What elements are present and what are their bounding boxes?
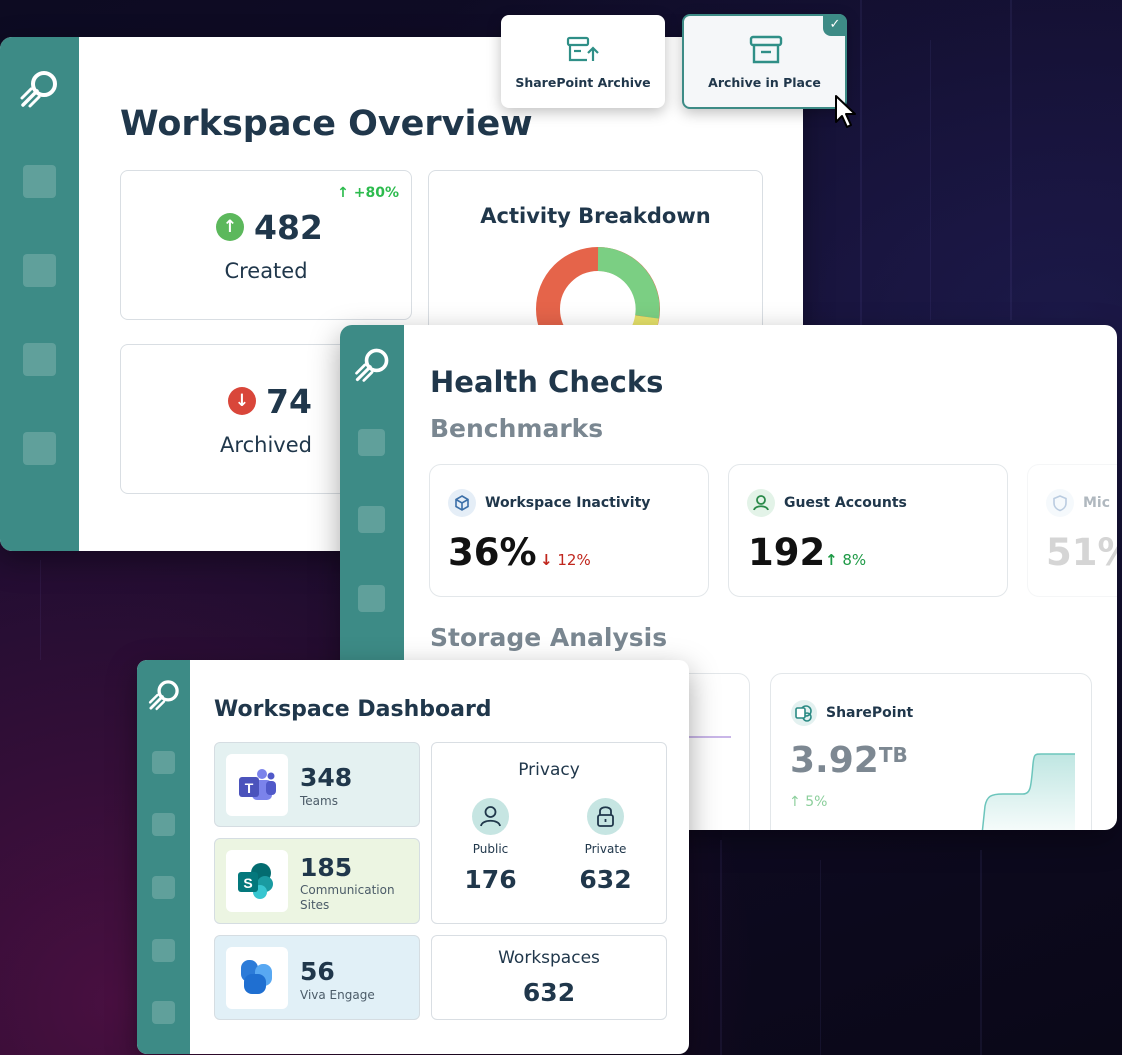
communication-sites-tile[interactable]: S 185 Communication Sites [214, 838, 420, 924]
sharepoint-unit: TB [878, 743, 908, 767]
teams-count: 348 [300, 763, 353, 792]
app-logo-icon [148, 680, 179, 711]
guest-accounts-value: 192 [748, 531, 826, 574]
workspaces-value: 632 [522, 978, 576, 1007]
sidebar-rail [0, 37, 79, 551]
sharepoint-icon: S [238, 863, 273, 899]
created-delta: ↑ +80% [337, 185, 399, 201]
sidebar-item[interactable] [152, 939, 175, 962]
sidebar-item[interactable] [358, 429, 385, 456]
sharepoint-label: SharePoint [826, 705, 914, 721]
created-value: 482 [254, 208, 323, 247]
sharepoint-archive-label: SharePoint Archive [515, 75, 651, 90]
teams-tile[interactable]: T 348 Teams [214, 742, 420, 827]
sidebar-rail [137, 660, 190, 1054]
page-title: Workspace Overview [120, 104, 533, 144]
user-icon [747, 489, 775, 517]
sidebar-item[interactable] [23, 254, 56, 287]
svg-text:T: T [245, 780, 254, 796]
privacy-card: Privacy Public Private 176 632 [431, 742, 667, 924]
sidebar-item[interactable] [152, 876, 175, 899]
viva-engage-label: Viva Engage [300, 988, 375, 1002]
archive-box-icon [749, 35, 783, 64]
shield-icon [1046, 489, 1074, 517]
down-arrow-circle-icon: ↓ [228, 387, 256, 415]
viva-engage-icon-box [226, 947, 288, 1009]
workspace-inactivity-delta: ↓ 12% [540, 551, 591, 569]
sharepoint-delta: ↑ 5% [789, 794, 828, 810]
mouse-cursor-icon [835, 95, 856, 128]
private-value: 632 [579, 865, 632, 894]
sidebar-item[interactable] [152, 751, 175, 774]
workspace-dashboard-panel: Workspace Dashboard T 348 Teams S 185 Co… [137, 660, 689, 1054]
arrow-down-icon: ↓ [540, 551, 553, 569]
workspaces-card: Workspaces 632 [431, 935, 667, 1020]
sharepoint-trend-chart [981, 753, 1075, 830]
sidebar-item[interactable] [152, 1001, 175, 1024]
workspace-inactivity-card: Workspace Inactivity 36% ↓ 12% [429, 464, 709, 597]
communication-sites-count: 185 [300, 853, 353, 882]
dashboard-title: Workspace Dashboard [214, 697, 492, 722]
communication-sites-label: Communication Sites [300, 883, 395, 912]
guest-accounts-card: Guest Accounts 192 ↑ 8% [728, 464, 1008, 597]
public-user-icon [472, 798, 509, 835]
third-benchmark-label: Mic [1083, 495, 1111, 511]
app-logo-icon [20, 71, 57, 108]
selected-check-icon: ✓ [823, 14, 847, 36]
viva-engage-icon [241, 960, 272, 994]
created-label: Created [224, 259, 308, 283]
app-logo-icon [355, 348, 389, 382]
benchmarks-heading: Benchmarks [430, 414, 604, 443]
sharepoint-value: 3.92 [790, 740, 879, 781]
created-card: ↑ +80% ↑ 482 Created [120, 170, 412, 320]
up-arrow-circle-icon: ↑ [216, 213, 244, 241]
public-value: 176 [464, 865, 517, 894]
arrow-up-icon: ↑ [825, 551, 838, 569]
archived-value: 74 [266, 382, 312, 421]
sharepoint-icon [791, 700, 817, 726]
workspaces-title: Workspaces [498, 948, 600, 968]
svg-text:S: S [243, 875, 252, 891]
arrow-up-icon: ↑ [337, 185, 349, 201]
sharepoint-value-row: 3.92TB [790, 740, 908, 781]
archive-in-place-option[interactable]: ✓ Archive in Place [682, 14, 847, 109]
sidebar-item[interactable] [23, 165, 56, 198]
workspace-inactivity-value: 36% [448, 531, 537, 574]
viva-engage-count: 56 [300, 957, 335, 986]
workspace-inactivity-label: Workspace Inactivity [485, 495, 651, 511]
sidebar-item[interactable] [358, 585, 385, 612]
teams-label: Teams [300, 794, 338, 808]
third-benchmark-card: Mic 51% [1027, 464, 1117, 597]
sharepoint-storage-card: SharePoint 3.92TB ↑ 5% [770, 673, 1092, 830]
private-label: Private [584, 842, 627, 856]
guest-accounts-delta: ↑ 8% [825, 551, 867, 569]
viva-engage-tile[interactable]: 56 Viva Engage [214, 935, 420, 1020]
sharepoint-icon-box: S [226, 850, 288, 912]
privacy-title: Privacy [518, 760, 580, 780]
teams-icon: T [239, 769, 276, 800]
guest-accounts-label: Guest Accounts [784, 495, 907, 511]
health-checks-title: Health Checks [430, 365, 664, 399]
sidebar-item[interactable] [23, 432, 56, 465]
teams-icon-box: T [226, 754, 288, 816]
activity-breakdown-title: Activity Breakdown [480, 204, 711, 228]
sidebar-item[interactable] [152, 813, 175, 836]
cube-icon [448, 489, 476, 517]
sidebar-item[interactable] [358, 506, 385, 533]
arrow-up-icon: ↑ [789, 794, 801, 810]
sidebar-item[interactable] [23, 343, 56, 376]
private-lock-icon [587, 798, 624, 835]
archive-upload-icon [566, 36, 599, 62]
third-benchmark-value: 51% [1046, 531, 1117, 574]
sharepoint-archive-option[interactable]: SharePoint Archive [501, 15, 665, 108]
archive-in-place-label: Archive in Place [708, 75, 821, 90]
public-label: Public [472, 842, 509, 856]
storage-analysis-heading: Storage Analysis [430, 623, 668, 652]
